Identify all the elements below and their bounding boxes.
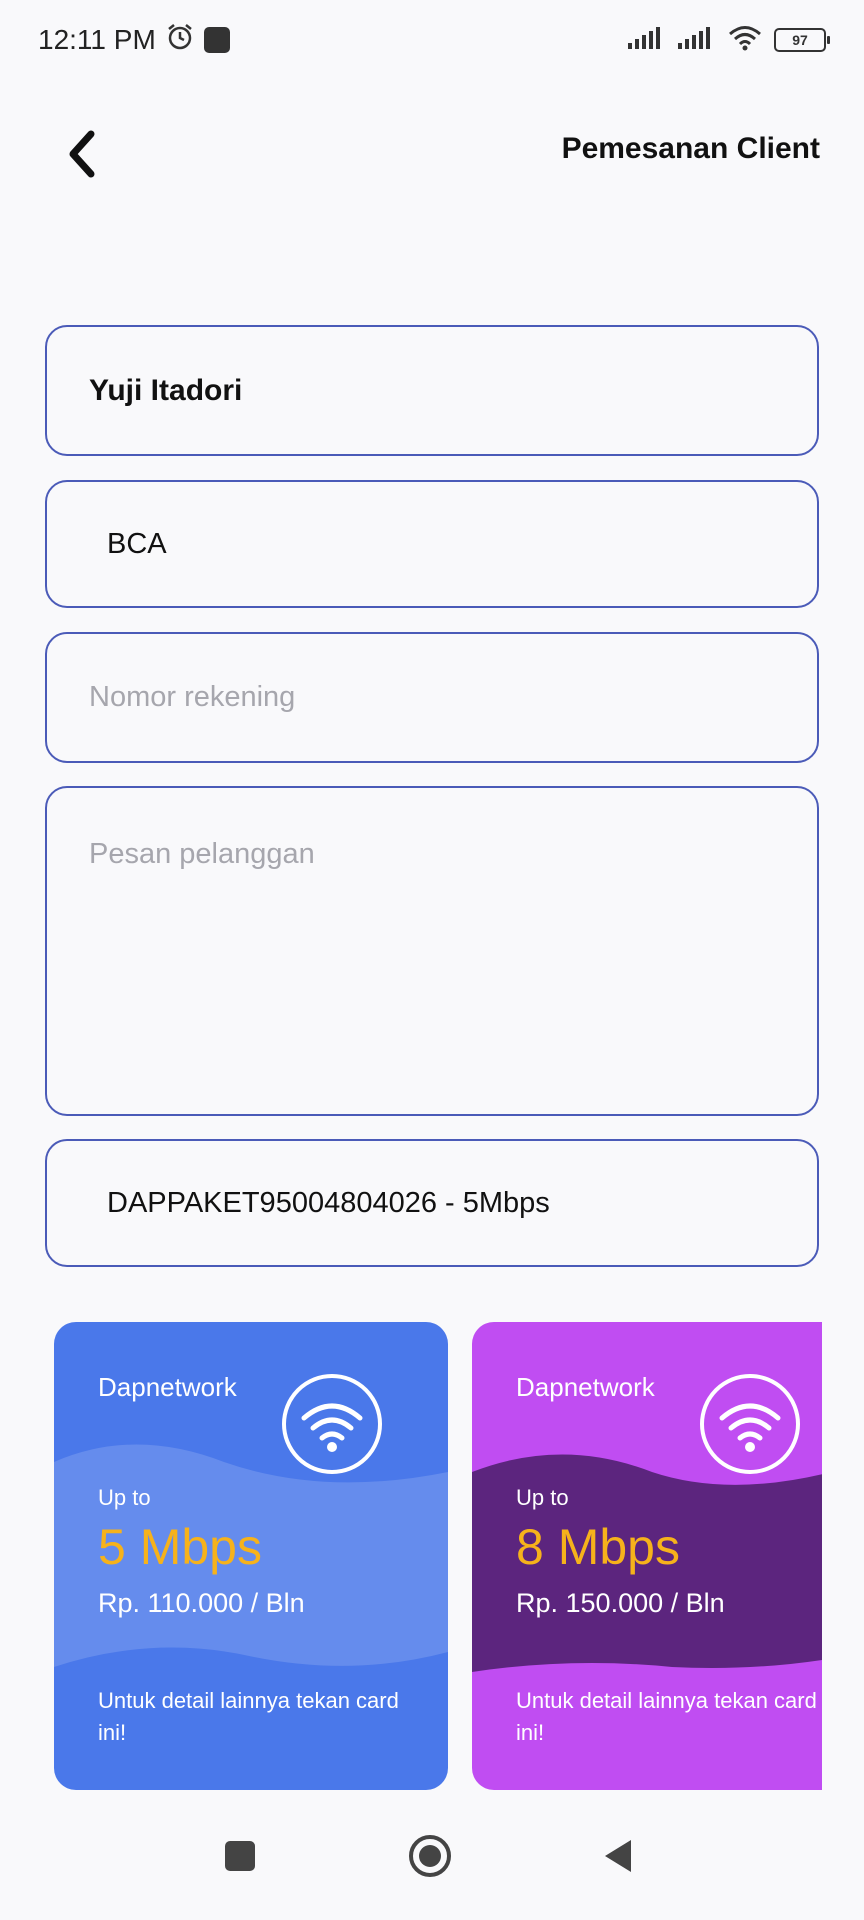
client-name-value: Yuji Itadori xyxy=(89,373,243,407)
recents-square-icon xyxy=(223,1839,257,1878)
card-brand: Dapnetwork xyxy=(98,1372,237,1402)
wifi-icon xyxy=(698,1372,802,1476)
alarm-icon xyxy=(166,23,194,58)
card-up-to: Up to xyxy=(98,1485,151,1510)
status-bar: 12:11 PM 97 xyxy=(0,0,864,80)
package-value: DAPPAKET95004804026 - 5Mbps xyxy=(107,1186,550,1219)
page-title: Pemesanan Client xyxy=(561,132,820,165)
system-back-button[interactable] xyxy=(588,1828,648,1888)
back-triangle-icon xyxy=(601,1838,635,1879)
account-number-placeholder: Nomor rekening xyxy=(89,681,296,713)
card-speed: 8 Mbps xyxy=(516,1519,680,1575)
card-brand: Dapnetwork xyxy=(516,1372,655,1402)
customer-message-placeholder: Pesan pelanggan xyxy=(89,838,315,870)
package-dropdown[interactable]: DAPPAKET95004804026 - 5Mbps xyxy=(45,1139,819,1267)
wifi-icon xyxy=(280,1372,384,1476)
signal-icon xyxy=(628,26,666,55)
client-name-field[interactable]: Yuji Itadori xyxy=(45,325,819,456)
package-cards-carousel[interactable]: Dapnetwork Up to 5 Mbps Rp. 110.000 / Bl… xyxy=(54,1322,822,1792)
card-up-to: Up to xyxy=(516,1485,569,1510)
app-notification-icon xyxy=(203,27,230,53)
wifi-icon xyxy=(728,25,762,56)
recents-button[interactable] xyxy=(210,1828,270,1888)
app-header: Pemesanan Client xyxy=(0,110,864,190)
chevron-left-icon xyxy=(65,130,99,183)
card-price: Rp. 150.000 / Bln xyxy=(516,1588,725,1618)
status-time: 12:11 PM xyxy=(38,24,156,55)
home-circle-icon xyxy=(408,1834,452,1883)
account-number-input[interactable]: Nomor rekening xyxy=(45,632,819,763)
card-speed: 5 Mbps xyxy=(98,1519,262,1575)
package-card[interactable]: Dapnetwork Up to 5 Mbps Rp. 110.000 / Bl… xyxy=(54,1322,448,1790)
bank-value: BCA xyxy=(107,527,167,560)
customer-message-textarea[interactable]: Pesan pelanggan xyxy=(45,786,819,1116)
home-button[interactable] xyxy=(400,1828,460,1888)
signal-icon xyxy=(678,26,716,55)
system-nav-bar xyxy=(0,1800,864,1920)
card-note: Untuk detail lainnya tekan card ini! xyxy=(516,1688,817,1745)
package-card[interactable]: Dapnetwork Up to 8 Mbps Rp. 150.000 / Bl… xyxy=(472,1322,822,1790)
battery-indicator: 97 xyxy=(774,28,830,52)
status-right: 97 xyxy=(628,25,830,56)
status-left: 12:11 PM xyxy=(38,23,230,58)
card-note: Untuk detail lainnya tekan card ini! xyxy=(98,1688,399,1745)
bank-dropdown[interactable]: BCA xyxy=(45,480,819,608)
back-button[interactable] xyxy=(52,126,112,186)
card-price: Rp. 110.000 / Bln xyxy=(98,1588,305,1618)
